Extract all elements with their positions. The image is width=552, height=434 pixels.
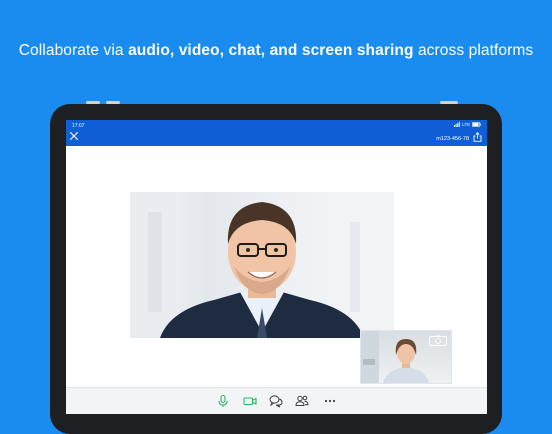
battery-icon: [472, 122, 481, 127]
headline: Collaborate via audio, video, chat, and …: [0, 42, 552, 60]
close-icon[interactable]: [69, 131, 79, 141]
speaker-illustration: [130, 192, 394, 338]
main-video-feed[interactable]: [130, 192, 394, 338]
headline-suffix: across platforms: [413, 42, 534, 59]
status-indicators: LTE: [454, 122, 481, 127]
meeting-screen: 17:07 LTE m123-456-78: [66, 120, 487, 414]
headline-prefix: Collaborate via: [18, 42, 129, 59]
microphone-icon[interactable]: [216, 394, 230, 408]
participants-icon[interactable]: [295, 394, 309, 408]
signal-icon: [454, 122, 460, 127]
meeting-top-bar: 17:07 LTE m123-456-78: [66, 120, 487, 146]
self-view-thumbnail[interactable]: [360, 330, 452, 384]
headline-bold: audio, video, chat, and screen sharing: [128, 42, 414, 59]
video-camera-icon[interactable]: [243, 394, 257, 408]
meeting-id: m123-456-78: [436, 136, 469, 142]
more-icon[interactable]: [323, 394, 337, 408]
chat-bubbles-icon[interactable]: [269, 394, 283, 408]
camera-switch-icon[interactable]: [429, 335, 447, 346]
share-icon[interactable]: [473, 132, 482, 142]
status-time: 17:07: [72, 123, 85, 129]
meeting-toolbar: [66, 387, 487, 414]
network-type: LTE: [462, 122, 470, 127]
